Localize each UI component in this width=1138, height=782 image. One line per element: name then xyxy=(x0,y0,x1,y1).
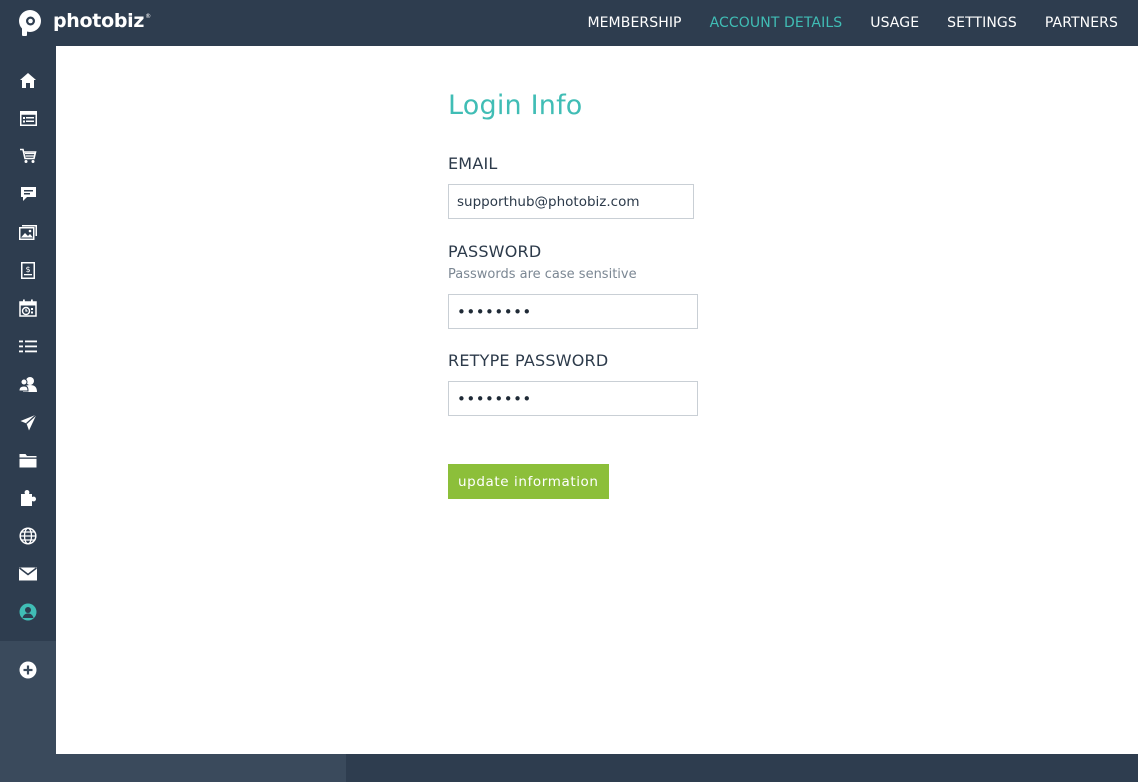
footer-left-panel xyxy=(56,754,346,782)
left-sidebar: $ xyxy=(0,46,56,782)
contacts-icon[interactable] xyxy=(16,372,40,396)
retype-password-value: •••••••• xyxy=(457,389,532,408)
password-value: •••••••• xyxy=(457,302,532,321)
photobiz-p-logo-icon xyxy=(18,10,42,36)
cart-icon[interactable] xyxy=(16,144,40,168)
password-label: PASSWORD xyxy=(448,242,542,261)
page-title: Login Info xyxy=(448,90,583,121)
gallery-icon[interactable] xyxy=(16,220,40,244)
chat-icon[interactable] xyxy=(16,182,40,206)
list-icon[interactable] xyxy=(16,334,40,358)
brand-name: photobiz® xyxy=(53,10,151,32)
password-field[interactable]: •••••••• xyxy=(448,294,698,329)
nav-partners[interactable]: PARTNERS xyxy=(1045,15,1118,31)
top-nav-menu: MEMBERSHIP ACCOUNT DETAILS USAGE SETTING… xyxy=(559,0,1118,46)
website-icon[interactable] xyxy=(16,106,40,130)
invoice-icon[interactable]: $ xyxy=(16,258,40,282)
email-label: EMAIL xyxy=(448,154,498,173)
email-field[interactable]: supporthub@photobiz.com xyxy=(448,184,694,219)
nav-account-details[interactable]: ACCOUNT DETAILS xyxy=(710,15,843,31)
update-information-button[interactable]: update information xyxy=(448,464,609,499)
nav-settings[interactable]: SETTINGS xyxy=(947,15,1017,31)
email-value: supporthub@photobiz.com xyxy=(457,193,640,210)
top-navbar: photobiz® MEMBERSHIP ACCOUNT DETAILS USA… xyxy=(0,0,1138,46)
globe-icon[interactable] xyxy=(16,524,40,548)
password-hint: Passwords are case sensitive xyxy=(448,267,637,282)
mail-icon[interactable] xyxy=(16,562,40,586)
add-icon[interactable] xyxy=(16,658,40,682)
account-icon[interactable] xyxy=(16,600,40,624)
home-icon[interactable] xyxy=(16,68,40,92)
calendar-icon[interactable] xyxy=(16,296,40,320)
nav-usage[interactable]: USAGE xyxy=(870,15,919,31)
brand-logo[interactable]: photobiz® xyxy=(18,10,151,36)
send-icon[interactable] xyxy=(16,410,40,434)
puzzle-icon[interactable] xyxy=(16,486,40,510)
folder-icon[interactable] xyxy=(16,448,40,472)
svg-text:$: $ xyxy=(25,265,30,274)
retype-password-field[interactable]: •••••••• xyxy=(448,381,698,416)
retype-password-label: RETYPE PASSWORD xyxy=(448,351,609,370)
footer-bar xyxy=(56,754,1138,782)
nav-membership[interactable]: MEMBERSHIP xyxy=(587,15,681,31)
